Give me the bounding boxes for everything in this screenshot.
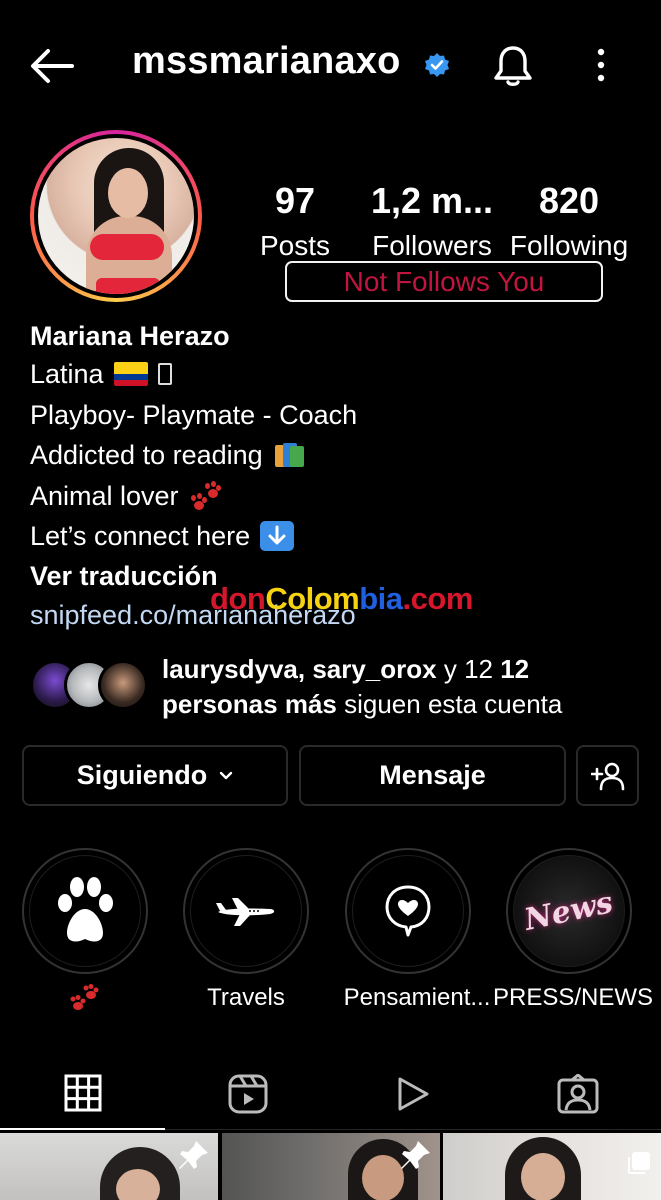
posts-label: Posts [259,230,331,261]
verified-badge-icon [425,53,449,77]
bell-icon[interactable] [493,44,533,88]
chevron-down-icon [220,771,233,779]
story-highlight[interactable]: News PRESS/NEWS C [493,848,661,1012]
profile-tabs [0,1058,661,1130]
paw-prints-icon [189,480,223,511]
follow-status-badge: Not Follows You [285,261,603,302]
bio-line-1: Latina [30,359,104,389]
highlight-label: Pensamient... [343,984,491,1011]
top-bar: mssmarianaxo [0,0,661,130]
more-vertical-icon[interactable] [588,46,614,86]
following-label: Following [509,230,629,261]
bio-line: Latina [30,354,640,395]
news-icon: News [521,884,617,938]
avatar [98,660,148,710]
pin-icon [401,1141,430,1169]
following-button[interactable]: Siguiendo [22,745,288,806]
multiple-photos-icon [628,1152,650,1174]
bio-link[interactable]: snipfeed.co/marianaherazo [30,595,640,635]
mutual-followers-text[interactable]: laurysdyva, sary_orox y 12 12 personas m… [162,652,632,722]
profile-username: mssmarianaxo [132,40,401,82]
pin-icon [179,1141,208,1169]
bio-line-4: Animal lover [30,480,179,511]
heart-bubble-icon [385,885,431,937]
post-thumbnail[interactable] [443,1133,661,1200]
tagged-icon [557,1074,598,1114]
tab-reels[interactable] [165,1058,330,1130]
tab-tagged[interactable] [495,1058,660,1130]
books-icon [273,441,305,469]
bio-line-5: Let’s connect here [30,521,251,551]
highlight-label: Travels [207,984,285,1011]
grid-icon [64,1074,101,1112]
tab-posts-grid[interactable] [0,1058,165,1130]
video-play-icon [398,1077,428,1111]
message-button-label: Mensaje [379,760,486,790]
highlight-label: PRESS/NEWS C [493,984,661,1011]
profile-full-name: Mariana Herazo [30,321,230,351]
story-highlight[interactable]: Pensamient... [344,848,490,1012]
mutual-followers-avatars[interactable] [30,660,148,710]
missing-glyph-icon [157,363,172,386]
bio-line: Let’s connect here [30,516,640,557]
followers-label: Followers [372,230,492,261]
highlight-label [22,984,148,1019]
following-button-label: Siguiendo [76,760,208,790]
bio-line: Playboy- Playmate - Coach [30,395,640,436]
post-thumbnail[interactable] [222,1133,440,1200]
stat-following[interactable]: 820 Following [505,180,633,262]
avatar-photo [38,138,194,294]
airplane-icon [216,898,275,926]
bio-line: Animal lover [30,476,640,517]
stat-posts[interactable]: 97 Posts [255,180,335,262]
posts-count: 97 [274,180,316,221]
stat-followers[interactable]: 1,2 m... Followers [366,180,498,262]
story-highlight[interactable] [22,848,148,1019]
down-arrow-icon [260,521,295,552]
reels-icon [228,1074,267,1114]
followers-count: 1,2 m... [370,180,494,221]
profile-avatar[interactable] [30,130,202,302]
message-button[interactable]: Mensaje [299,745,566,806]
suggested-users-button[interactable] [576,745,639,806]
tab-videos[interactable] [330,1058,495,1130]
profile-bio: Mariana Herazo Latina Playboy- Playmate … [30,318,640,635]
paw-prints-icon [70,984,99,1010]
paw-icon [58,877,113,942]
back-arrow-icon[interactable] [28,46,74,86]
posts-grid [0,1133,661,1200]
add-user-icon [590,762,624,790]
bio-line-2: Playboy- Playmate - Coach [30,399,358,430]
colombia-flag-icon [113,362,148,387]
post-thumbnail[interactable] [0,1133,218,1200]
story-highlight[interactable]: Travels [183,848,309,1012]
bio-line-3: Addicted to reading [30,440,263,470]
bio-line: Addicted to reading [30,435,640,476]
see-translation-link[interactable]: Ver traducción [30,557,640,595]
following-count: 820 [538,180,600,221]
